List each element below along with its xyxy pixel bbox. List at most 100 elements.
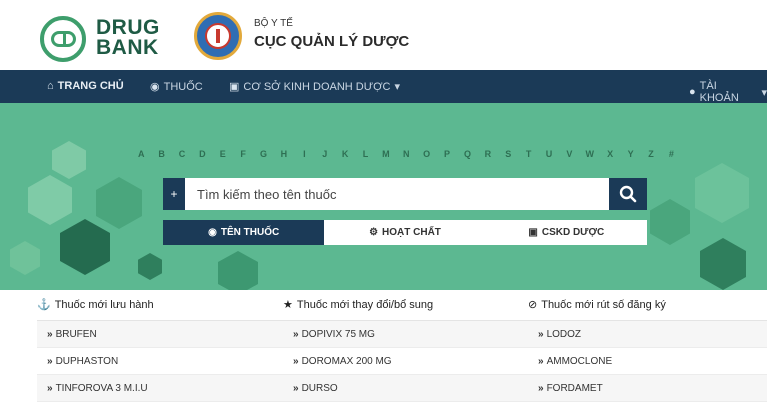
nav-drugs[interactable]: ◉ THUỐC [150, 80, 203, 94]
updated-drug-link[interactable]: » DURSO [293, 383, 338, 394]
hexagon-decoration-icon [138, 253, 162, 280]
brand-logo-text[interactable]: DRUG BANK [96, 16, 160, 58]
alphabet-letter[interactable]: P [437, 149, 457, 159]
double-chevron-icon: » [293, 383, 299, 394]
updated-drug-link[interactable]: » DOPIVIX 75 MG [293, 329, 375, 340]
nav-drugs-label: THUỐC [163, 80, 203, 93]
binoculars-icon: ◉ [150, 81, 160, 93]
chevron-down-icon: ▾ [761, 86, 767, 99]
hexagon-decoration-icon [96, 177, 142, 229]
new-drug-link[interactable]: » TINFOROVA 3 M.I.U [47, 383, 148, 394]
alphabet-letter[interactable]: R [478, 149, 498, 159]
alphabet-letter[interactable]: Y [620, 149, 640, 159]
alphabet-letter[interactable]: W [580, 149, 600, 159]
alphabet-letter[interactable]: U [539, 149, 559, 159]
new-drug-link[interactable]: » DUPHASTON [47, 356, 118, 367]
list-header-withdrawn-drugs[interactable]: ⊘ Thuốc mới rút số đăng ký [528, 298, 666, 312]
alphabet-letter[interactable]: D [192, 149, 212, 159]
alphabet-letter[interactable]: # [661, 149, 681, 159]
ministry-emblem-icon [194, 12, 242, 60]
hexagon-decoration-icon [650, 199, 690, 245]
search-input[interactable] [185, 178, 609, 210]
nav-business[interactable]: ▣ CƠ SỞ KINH DOANH DƯỢC ▾ [229, 80, 400, 94]
hexagon-decoration-icon [700, 238, 746, 290]
list-header-updated-drugs[interactable]: ★ Thuốc mới thay đổi/bổ sung [283, 298, 434, 312]
tab-drug-name-label: TÊN THUỐC [220, 227, 280, 238]
hexagon-decoration-icon [10, 241, 40, 275]
double-chevron-icon: » [538, 356, 544, 367]
tab-pharma-business[interactable]: ▣ CSKD DƯỢC [486, 220, 647, 245]
alphabet-letter[interactable]: N [396, 149, 416, 159]
new-drug-name: TINFOROVA 3 M.I.U [55, 383, 148, 394]
alphabet-letter[interactable]: Z [641, 149, 661, 159]
nav-home[interactable]: ⌂ TRANG CHỦ [47, 80, 124, 92]
drug-list-rows: » BRUFEN » DOPIVIX 75 MG » LODOZ » DUPHASTON… [37, 321, 767, 402]
drug-lists: ⚓ Thuốc mới lưu hành ★ Thuốc mới thay đổ… [0, 290, 767, 406]
alphabet-letter[interactable]: F [233, 149, 253, 159]
alphabet-letter[interactable]: G [253, 149, 273, 159]
nav-account-label: TÀI KHOẢN [699, 80, 739, 104]
double-chevron-icon: » [47, 356, 53, 367]
search-bar: + [163, 178, 647, 210]
alphabet-letter[interactable]: I [294, 149, 314, 159]
alphabet-letter[interactable]: V [559, 149, 579, 159]
advanced-search-button[interactable]: + [163, 178, 185, 210]
new-drug-name: DUPHASTON [55, 356, 119, 367]
search-icon [619, 185, 637, 203]
tab-pharma-business-label: CSKD DƯỢC [541, 227, 605, 238]
alphabet-letter[interactable]: M [376, 149, 396, 159]
alphabet-letter[interactable]: S [498, 149, 518, 159]
alphabet-letter[interactable]: J [315, 149, 335, 159]
ministry-name: BỘ Y TẾ [254, 18, 293, 29]
main-nav: ⌂ TRANG CHỦ ◉ THUỐC ▣ CƠ SỞ KINH DOANH D… [0, 70, 767, 104]
user-icon: ● [689, 86, 696, 98]
updated-drug-link[interactable]: » DOROMAX 200 MG [293, 356, 392, 367]
alphabet-letter[interactable]: E [213, 149, 233, 159]
double-chevron-icon: » [293, 356, 299, 367]
list-header-new-drugs-label: Thuốc mới lưu hành [54, 298, 154, 311]
hexagon-decoration-icon [695, 163, 749, 223]
withdrawn-drug-link[interactable]: » AMMOCLONE [538, 356, 612, 367]
tab-active-ingredient-label: HOẠT CHẤT [382, 227, 441, 238]
double-chevron-icon: » [293, 329, 299, 340]
nav-home-label: TRANG CHỦ [57, 80, 124, 92]
hexagon-decoration-icon [28, 175, 72, 225]
updated-drug-name: DOPIVIX 75 MG [301, 329, 375, 340]
withdrawn-drug-name: FORDAMET [546, 383, 603, 394]
alphabet-letter[interactable]: O [416, 149, 436, 159]
alphabet-letter[interactable]: C [172, 149, 192, 159]
alphabet-letter[interactable]: L [355, 149, 375, 159]
table-row: » DUPHASTON » DOROMAX 200 MG » AMMOCLONE [37, 348, 767, 375]
briefcase-icon: ▣ [528, 227, 538, 238]
table-row: » BRUFEN » DOPIVIX 75 MG » LODOZ [37, 321, 767, 348]
tab-active-ingredient[interactable]: ⚙ HOẠT CHẤT [324, 220, 485, 245]
alphabet-filter: A B C D E F G H I J K L M N O P Q R S T U V W X Y Z # [131, 149, 682, 159]
hexagon-decoration-icon [60, 219, 110, 275]
list-header-new-drugs[interactable]: ⚓ Thuốc mới lưu hành [37, 298, 154, 312]
alphabet-letter[interactable]: K [335, 149, 355, 159]
new-drug-link[interactable]: » BRUFEN [47, 329, 97, 340]
ribbon-icon: ⚓ [37, 299, 51, 311]
updated-drug-name: DOROMAX 200 MG [301, 356, 392, 367]
list-header-updated-drugs-label: Thuốc mới thay đổi/bổ sung [296, 298, 434, 311]
double-chevron-icon: » [47, 383, 53, 394]
withdrawn-drug-link[interactable]: » LODOZ [538, 329, 581, 340]
list-header-withdrawn-drugs-label: Thuốc mới rút số đăng ký [541, 298, 666, 311]
hexagon-decoration-icon [218, 251, 258, 290]
nav-business-label: CƠ SỞ KINH DOANH DƯỢC [243, 80, 391, 93]
withdrawn-drug-link[interactable]: » FORDAMET [538, 383, 603, 394]
brand-line-1: DRUG [96, 16, 160, 39]
search-hero: ABCDEFGHIJKLMNOPQRSTUVWXYZ# + ◉ TÊN THUỐ… [0, 103, 767, 290]
alphabet-letter[interactable]: T [518, 149, 538, 159]
alphabet-letter[interactable]: A [131, 149, 151, 159]
alphabet-letter[interactable]: H [274, 149, 294, 159]
alphabet-letter[interactable]: X [600, 149, 620, 159]
drugbank-logo-icon[interactable] [40, 16, 86, 62]
department-name: CỤC QUẢN LÝ DƯỢC [254, 33, 410, 50]
search-button[interactable] [609, 178, 647, 210]
alphabet-letter[interactable]: B [151, 149, 171, 159]
nav-account[interactable]: ● TÀI KHOẢN ▾ [689, 80, 767, 104]
alphabet-letter[interactable]: Q [457, 149, 477, 159]
hexagon-decoration-icon [52, 141, 86, 179]
tab-drug-name[interactable]: ◉ TÊN THUỐC [163, 220, 325, 245]
